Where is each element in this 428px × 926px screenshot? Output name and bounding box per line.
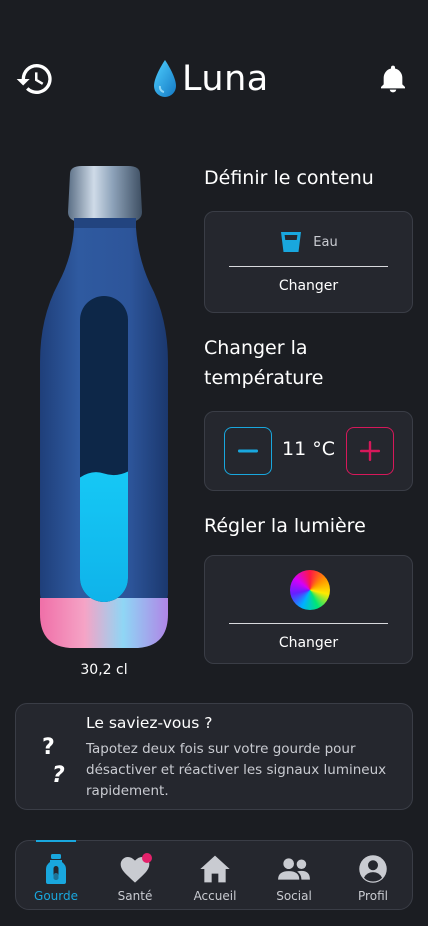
nav-label: Accueil (193, 889, 237, 903)
tip-title: Le saviez-vous ? (86, 714, 213, 732)
history-button[interactable] (14, 58, 56, 100)
drink-label: Eau (313, 234, 338, 250)
home-icon (200, 855, 230, 883)
content-title: Définir le contenu (204, 167, 374, 189)
bottle-volume: 30,2 cl (80, 662, 128, 678)
question-marks-icon: ? ? (42, 735, 65, 788)
color-wheel-icon[interactable] (290, 570, 330, 610)
bottle-cap (68, 166, 142, 222)
nav-item-accueil[interactable]: Accueil (175, 841, 255, 911)
temperature-card: 11 °C (204, 411, 413, 491)
change-light-button[interactable]: Changer (205, 635, 412, 651)
nav-item-profil[interactable]: Profil (333, 841, 413, 911)
notifications-button[interactable] (372, 58, 414, 100)
plus-icon (360, 441, 380, 461)
notification-badge (142, 853, 152, 863)
content-card: Eau Changer (204, 211, 413, 313)
light-divider (229, 623, 388, 624)
bell-icon (381, 65, 405, 93)
bottom-navigation: Gourde Santé Accueil Social Profil (15, 840, 413, 910)
increase-temperature-button[interactable] (346, 427, 394, 475)
water-drop-icon (154, 60, 176, 97)
bottle-light-base (40, 598, 168, 648)
nav-label: Profil (358, 889, 388, 903)
bottle-icon (46, 854, 66, 884)
profile-icon (359, 855, 387, 883)
nav-label: Social (276, 889, 312, 903)
light-card: Changer (204, 555, 413, 664)
tip-card: ? ? Le saviez-vous ? Tapotez deux fois s… (15, 703, 413, 810)
nav-item-gourde[interactable]: Gourde (16, 840, 96, 911)
history-icon (16, 64, 52, 94)
light-title: Régler la lumière (204, 515, 366, 537)
tip-body: Tapotez deux fois sur votre gourde pour … (86, 741, 387, 799)
content-divider (229, 266, 388, 267)
nav-label: Santé (117, 889, 153, 903)
people-icon (278, 858, 310, 880)
app-logo: Luna (152, 54, 269, 104)
svg-text:?: ? (52, 763, 65, 788)
svg-text:?: ? (42, 735, 55, 760)
change-content-button[interactable]: Changer (205, 278, 412, 294)
app-header: Luna (0, 54, 428, 104)
nav-item-social[interactable]: Social (254, 841, 334, 911)
nav-item-sante[interactable]: Santé (95, 841, 175, 911)
temperature-title: Changer la température (204, 337, 324, 389)
nav-label: Gourde (34, 889, 78, 903)
water-glass-icon (281, 232, 302, 252)
app-name: Luna (182, 59, 269, 99)
bottle-illustration[interactable] (34, 162, 174, 654)
water-level (80, 471, 128, 602)
active-tab-indicator (36, 840, 76, 842)
